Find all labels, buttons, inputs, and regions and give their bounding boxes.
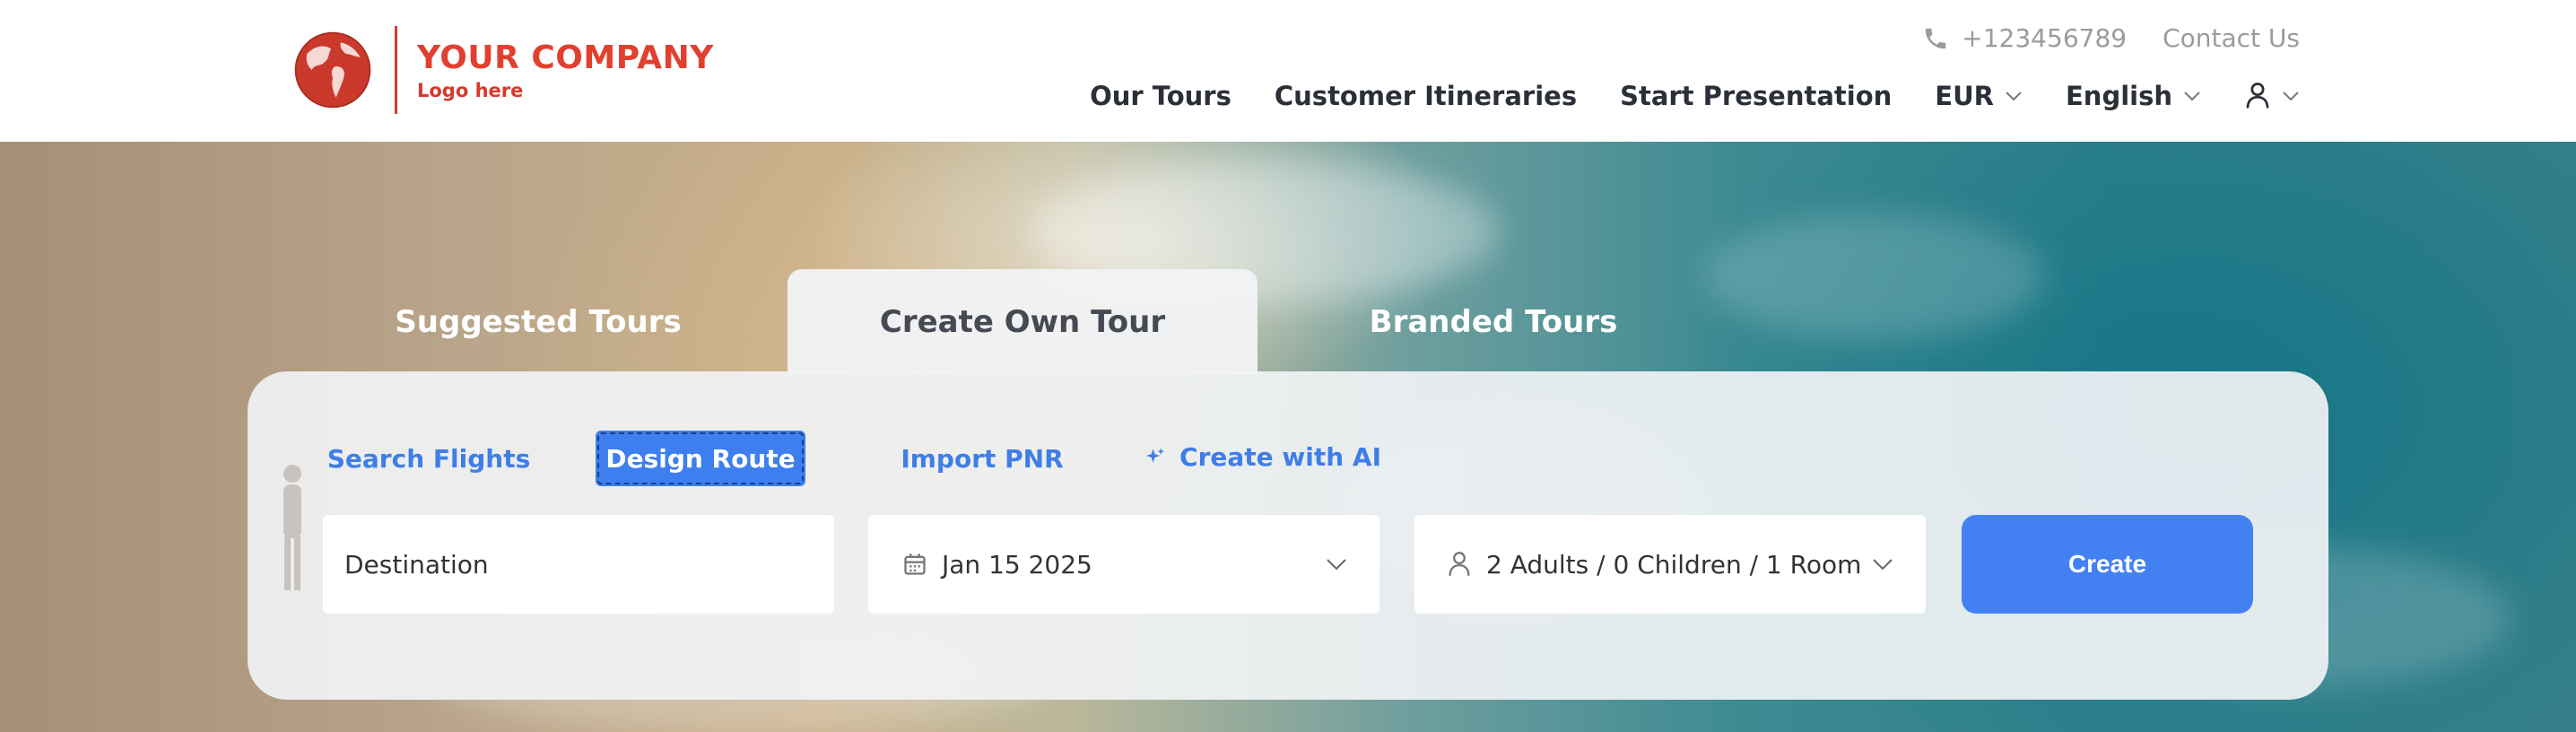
nav-start-presentation[interactable]: Start Presentation [1620,81,1892,111]
subtab-search-flights[interactable]: Search Flights [327,431,531,486]
user-icon [2246,83,2269,109]
date-picker[interactable]: Jan 15 2025 [868,515,1379,614]
tab-create-own-tour[interactable]: Create Own Tour [788,269,1258,375]
phone-number[interactable]: +123456789 [1922,23,2127,53]
language-dropdown[interactable]: English [2066,81,2201,111]
guests-value: 2 Adults / 0 Children / 1 Room [1486,549,1862,580]
chevron-down-icon [1327,559,1346,571]
currency-dropdown[interactable]: EUR [1935,81,2023,111]
sparkle-icon [1145,448,1165,463]
chevron-down-icon [2184,92,2200,101]
phone-icon [1926,28,1946,48]
tab-suggested-tours[interactable]: Suggested Tours [359,269,718,375]
person-icon [1449,552,1470,576]
contact-row: +123456789 Contact Us [1922,23,2300,53]
planning-mode-tabs: Search Flights Design Route Import PNR C… [248,371,2328,506]
create-button[interactable]: Create [1962,515,2253,614]
subtab-import-pnr[interactable]: Import PNR [886,431,1078,486]
language-label: English [2065,81,2172,111]
search-panel: Search Flights Design Route Import PNR C… [248,371,2328,700]
globe-logo-icon [294,31,371,109]
logo-divider [395,26,397,114]
nav-customer-itineraries[interactable]: Customer Itineraries [1275,81,1577,111]
chevron-down-icon [2006,92,2022,101]
company-logo[interactable]: YOUR COMPANY Logo here [292,25,714,115]
destination-field[interactable]: Destination [323,515,834,614]
destination-placeholder: Destination [344,549,489,580]
tour-tabs: Suggested Tours Create Own Tour Branded … [0,269,2576,375]
create-with-ai-label: Create with AI [1179,441,1381,472]
chevron-down-icon [2283,92,2299,101]
logo-company-name: YOUR COMPANY [417,39,714,76]
subtab-create-with-ai[interactable]: Create with AI [1144,429,1381,484]
user-menu[interactable] [2244,82,2300,110]
currency-label: EUR [1935,81,1994,111]
main-nav: Our Tours Customer Itineraries Start Pre… [1090,81,2300,111]
contact-us-link[interactable]: Contact Us [2163,23,2300,53]
subtab-design-route[interactable]: Design Route [596,431,805,486]
calendar-icon [904,553,926,575]
tab-branded-tours[interactable]: Branded Tours [1310,269,1677,375]
hero-background: Suggested Tours Create Own Tour Branded … [0,142,2576,732]
site-header: YOUR COMPANY Logo here +123456789 Contac… [0,0,2576,142]
phone-text: +123456789 [1962,23,2128,53]
chevron-down-icon [1873,559,1893,571]
date-value: Jan 15 2025 [942,549,1092,580]
nav-our-tours[interactable]: Our Tours [1090,81,1231,111]
logo-tagline: Logo here [417,79,524,101]
guests-selector[interactable]: 2 Adults / 0 Children / 1 Room [1414,515,1926,614]
